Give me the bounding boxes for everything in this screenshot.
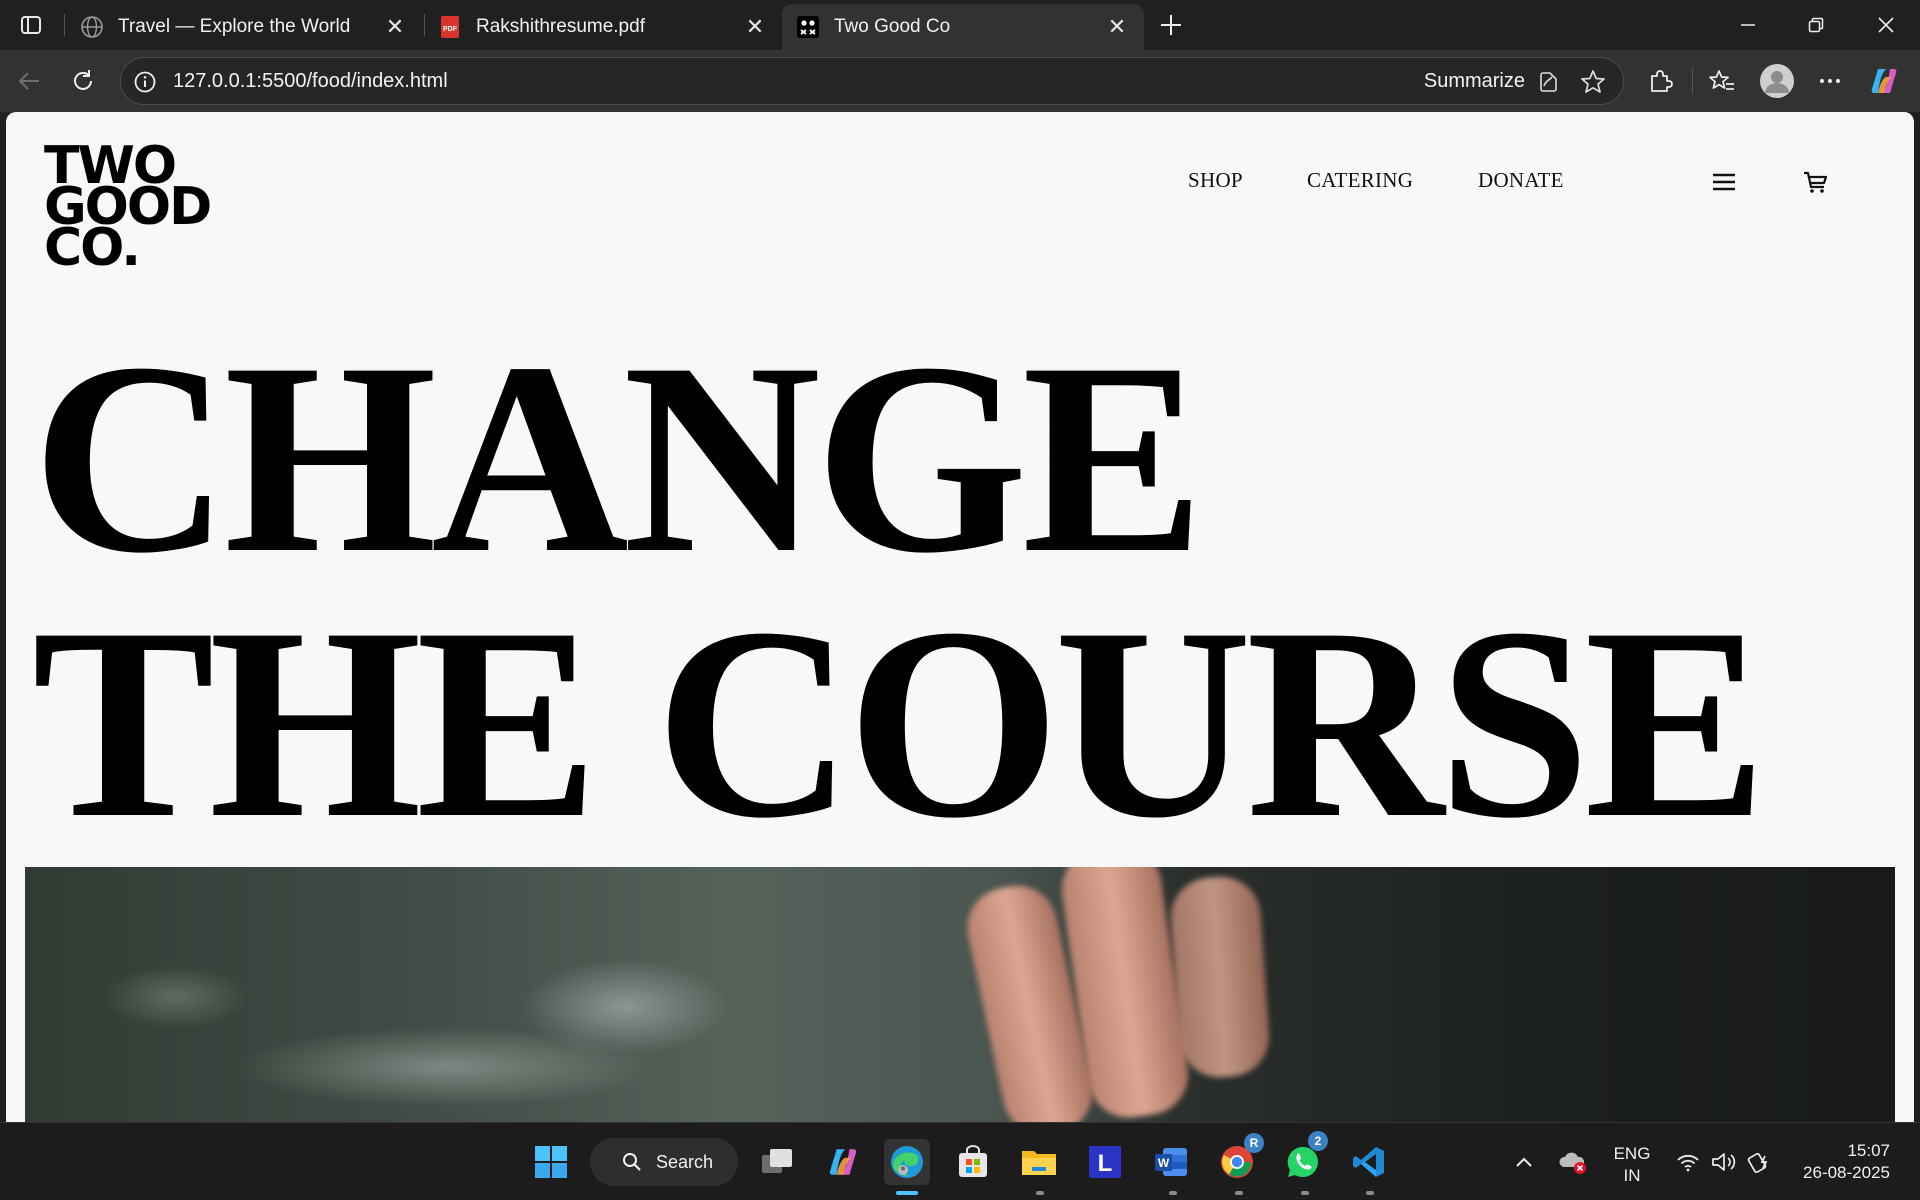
onedrive-error-icon[interactable] (1552, 1139, 1594, 1185)
copilot-icon[interactable] (1868, 65, 1900, 97)
minimize-button[interactable] (1720, 6, 1776, 44)
tab-two-good-co[interactable]: Two Good Co ✕ (782, 4, 1144, 50)
site-info-icon[interactable] (133, 70, 157, 94)
nav-donate[interactable]: DONATE (1478, 168, 1564, 193)
system-clock[interactable]: 15:07 26-08-2025 (1790, 1140, 1890, 1184)
language-line-1: ENG (1613, 1144, 1651, 1163)
whatsapp-unread-badge: 2 (1308, 1131, 1328, 1151)
extensions-icon[interactable] (1644, 65, 1676, 97)
close-tab-icon[interactable]: ✕ (1104, 14, 1130, 40)
l-app-icon[interactable]: L (1082, 1139, 1128, 1185)
vscode-icon[interactable] (1346, 1139, 1392, 1185)
close-tab-icon[interactable]: ✕ (382, 14, 408, 40)
wifi-icon[interactable] (1670, 1139, 1706, 1185)
open-app-indicator (1169, 1191, 1177, 1195)
open-app-indicator (1301, 1191, 1309, 1195)
nav-shop[interactable]: SHOP (1188, 168, 1243, 193)
open-app-indicator (1235, 1191, 1243, 1195)
svg-text:W: W (1158, 1156, 1170, 1170)
menu-hamburger-icon[interactable] (1704, 162, 1744, 202)
more-options-icon[interactable] (1814, 65, 1846, 97)
copilot-app-icon[interactable] (820, 1139, 866, 1185)
tab-title: Two Good Co (834, 16, 951, 37)
clock-time: 15:07 (1847, 1141, 1890, 1160)
summarize-button[interactable]: Summarize (1424, 70, 1525, 93)
reload-button[interactable] (64, 62, 102, 100)
tab-separator (64, 14, 65, 36)
start-windows-icon[interactable] (528, 1139, 574, 1185)
windows-taskbar: Search L W R 2 ENG IN 15:07 26-08-2025 (0, 1122, 1920, 1200)
restore-button[interactable] (1788, 6, 1844, 44)
tab-travel[interactable]: Travel — Explore the World ✕ (66, 4, 422, 50)
profile-avatar[interactable] (1758, 62, 1796, 100)
page-viewport: TWO GOOD CO. SHOP CATERING DONATE CHANGE… (6, 112, 1914, 1122)
browser-tab-bar: Travel — Explore the World ✕ PDF Rakshit… (0, 0, 1920, 50)
new-tab-button[interactable] (1154, 8, 1188, 42)
site-logo[interactable]: TWO GOOD CO. (44, 140, 214, 274)
tab-resume-pdf[interactable]: PDF Rakshithresume.pdf ✕ (424, 4, 782, 50)
task-view-icon[interactable] (754, 1139, 800, 1185)
toolbar-separator (1692, 68, 1693, 94)
hero-headline-line-1: CHANGE (32, 307, 1205, 610)
tab-actions-icon[interactable] (14, 10, 48, 40)
file-explorer-icon[interactable] (1016, 1139, 1062, 1185)
pdf-icon: PDF (438, 15, 462, 39)
close-tab-icon[interactable]: ✕ (742, 14, 768, 40)
tab-title: Rakshithresume.pdf (476, 16, 645, 37)
svg-text:L: L (1098, 1150, 1113, 1177)
tab-title: Travel — Explore the World (118, 16, 351, 37)
back-button[interactable] (10, 62, 48, 100)
taskbar-search-label: Search (656, 1151, 714, 1172)
language-line-2: IN (1623, 1166, 1641, 1185)
volume-icon[interactable] (1706, 1139, 1742, 1185)
chrome-profile-badge: R (1244, 1133, 1264, 1153)
word-icon[interactable]: W (1148, 1139, 1194, 1185)
video-hand-finger (1168, 874, 1272, 1080)
nav-catering[interactable]: CATERING (1307, 168, 1413, 193)
copilot-summarize-icon[interactable] (1535, 69, 1561, 95)
search-icon (623, 1153, 641, 1171)
input-language-indicator[interactable]: ENG IN (1604, 1143, 1660, 1187)
active-app-indicator (896, 1191, 918, 1195)
browser-toolbar: 127.0.0.1:5500/food/index.html Summarize (0, 50, 1920, 112)
favorite-star-icon[interactable] (1579, 68, 1607, 96)
hero-video[interactable] (25, 867, 1895, 1122)
two-good-favicon (796, 15, 820, 39)
favorites-icon[interactable] (1706, 65, 1738, 97)
open-app-indicator (1036, 1191, 1044, 1195)
hero-headline-line-2: THE COURSE (32, 572, 1767, 875)
edge-browser-icon[interactable] (884, 1139, 930, 1185)
show-hidden-icons-chevron-icon[interactable] (1504, 1139, 1544, 1185)
battery-charging-icon[interactable] (1742, 1139, 1778, 1185)
microsoft-store-icon[interactable] (950, 1139, 996, 1185)
open-app-indicator (1366, 1191, 1374, 1195)
globe-icon (80, 15, 104, 39)
taskbar-search[interactable]: Search (590, 1138, 738, 1186)
address-bar[interactable]: 127.0.0.1:5500/food/index.html Summarize (120, 57, 1624, 105)
clock-date: 26-08-2025 (1803, 1163, 1890, 1182)
cart-icon[interactable] (1796, 162, 1836, 202)
address-url[interactable]: 127.0.0.1:5500/food/index.html (173, 70, 448, 93)
svg-text:PDF: PDF (443, 26, 458, 33)
close-window-button[interactable] (1858, 6, 1914, 44)
